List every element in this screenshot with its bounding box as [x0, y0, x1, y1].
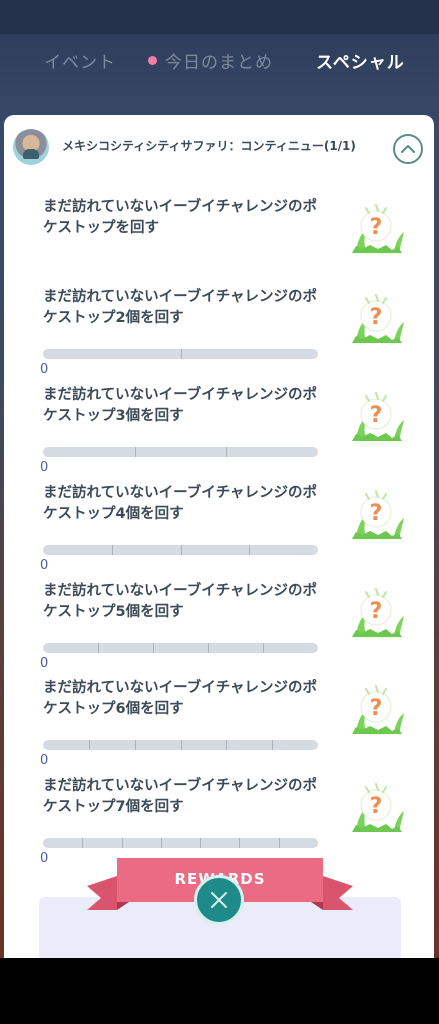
progress-segment-divider: [161, 838, 162, 848]
progress-segment-divider: [112, 545, 113, 555]
svg-text:?: ?: [370, 305, 383, 330]
progress-segment-divider: [181, 740, 182, 750]
progress-segment-divider: [153, 643, 154, 653]
svg-text:?: ?: [370, 403, 383, 428]
progress-segment-divider: [181, 349, 182, 359]
task-progress-bar: [43, 349, 318, 359]
tab-bar: イベント 今日のまとめ スペシャル: [0, 40, 439, 125]
task-progress-bar: [43, 740, 318, 750]
chevron-up-icon: [401, 145, 415, 153]
tab-special[interactable]: スペシャル: [316, 48, 405, 73]
progress-segment-divider: [226, 447, 227, 457]
progress-segment-divider: [226, 740, 227, 750]
task-text: まだ訪れていないイーブイチャレンジのポケストップ7個を回す: [43, 778, 318, 815]
tab-events[interactable]: イベント: [44, 48, 116, 73]
notification-dot: [148, 56, 157, 65]
nav-bar: [0, 958, 439, 1024]
progress-segment-divider: [135, 740, 136, 750]
task-progress-count: 0: [40, 753, 49, 768]
svg-text:?: ?: [370, 215, 383, 240]
progress-segment-divider: [263, 643, 264, 653]
task-progress-count: 0: [40, 362, 49, 377]
progress-segment-divider: [239, 838, 240, 848]
task-progress-bar: [43, 447, 318, 457]
task-progress-count: 0: [40, 558, 49, 573]
progress-segment-divider: [135, 447, 136, 457]
task-progress-count: 0: [40, 460, 49, 475]
mystery-reward-icon: ?: [348, 387, 406, 443]
task-text: まだ訪れていないイーブイチャレンジのポケストップ6個を回す: [43, 680, 318, 717]
progress-segment-divider: [181, 545, 182, 555]
progress-segment-divider: [98, 643, 99, 653]
progress-segment-divider: [249, 545, 250, 555]
progress-segment-divider: [208, 643, 209, 653]
close-button[interactable]: [194, 875, 244, 925]
progress-segment-divider: [122, 838, 123, 848]
task-progress-count: 0: [40, 851, 49, 866]
task-progress-bar: [43, 545, 318, 555]
task-progress-bar: [43, 838, 318, 848]
mystery-reward-icon: ?: [348, 680, 406, 736]
task-progress-bar: [43, 643, 318, 653]
research-header: メキシコシティシティサファリ：コンティニュー(1/1): [4, 115, 434, 177]
progress-segment-divider: [279, 838, 280, 848]
collapse-button[interactable]: [393, 134, 423, 164]
svg-text:?: ?: [370, 696, 383, 721]
close-icon: [211, 892, 227, 908]
mystery-reward-icon: ?: [348, 289, 406, 345]
research-title: メキシコシティシティサファリ：コンティニュー(1/1): [62, 139, 356, 153]
task-text: まだ訪れていないイーブイチャレンジのポケストップ4個を回す: [43, 485, 318, 522]
mystery-reward-icon: ?: [348, 583, 406, 639]
mystery-reward-icon: ?: [348, 199, 406, 255]
professor-avatar: [13, 129, 49, 165]
task-text: まだ訪れていないイーブイチャレンジのポケストップ3個を回す: [43, 387, 318, 424]
task-progress-count: 0: [40, 656, 49, 671]
mystery-reward-icon: ?: [348, 485, 406, 541]
task-text: まだ訪れていないイーブイチャレンジのポケストップ2個を回す: [43, 289, 318, 326]
task-text: まだ訪れていないイーブイチャレンジのポケストップ5個を回す: [43, 583, 318, 620]
progress-segment-divider: [82, 838, 83, 848]
tab-today-label: 今日のまとめ: [165, 53, 273, 73]
tab-today[interactable]: 今日のまとめ: [148, 48, 273, 73]
progress-segment-divider: [89, 740, 90, 750]
svg-text:?: ?: [370, 599, 383, 624]
svg-text:?: ?: [370, 794, 383, 819]
status-bar: [0, 0, 439, 34]
progress-segment-divider: [272, 740, 273, 750]
task-text: まだ訪れていないイーブイチャレンジのポケストップを回す: [43, 199, 318, 236]
mystery-reward-icon: ?: [348, 778, 406, 834]
svg-text:?: ?: [370, 501, 383, 526]
progress-segment-divider: [200, 838, 201, 848]
research-panel: メキシコシティシティサファリ：コンティニュー(1/1) まだ訪れていないイーブイ…: [4, 115, 434, 958]
